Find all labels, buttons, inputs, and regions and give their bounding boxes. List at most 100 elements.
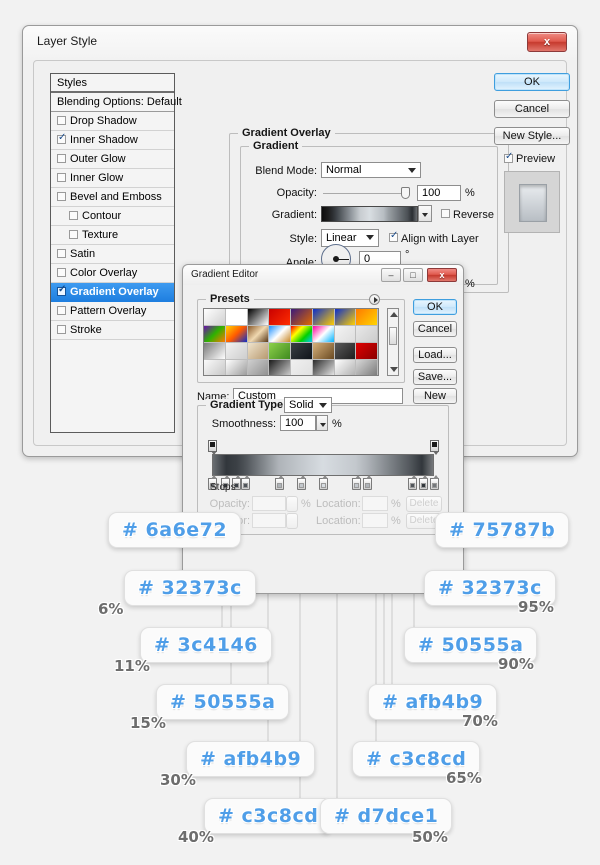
preset-swatch[interactable] xyxy=(247,309,270,326)
checkbox[interactable] xyxy=(57,154,66,163)
checkbox[interactable] xyxy=(57,249,66,258)
style-row-inner-shadow[interactable]: Inner Shadow xyxy=(51,131,174,150)
style-row-outer-glow[interactable]: Outer Glow xyxy=(51,150,174,169)
checkbox[interactable] xyxy=(57,325,66,334)
preset-swatch[interactable] xyxy=(334,326,357,343)
style-row-contour[interactable]: Contour xyxy=(51,207,174,226)
preset-swatch[interactable] xyxy=(312,343,335,360)
checkbox[interactable] xyxy=(57,116,66,125)
close-icon[interactable]: x xyxy=(427,268,457,282)
stop-opacity-input[interactable] xyxy=(252,496,286,511)
gradient-editor-load-button[interactable]: Load... xyxy=(413,347,457,363)
checkbox[interactable] xyxy=(57,132,66,144)
stop-opacity-dropdown[interactable] xyxy=(286,496,298,512)
checkbox[interactable] xyxy=(57,306,66,315)
opacity-slider-track[interactable] xyxy=(323,193,408,194)
scrollbar-thumb[interactable] xyxy=(389,327,397,345)
presets-menu-icon[interactable] xyxy=(369,294,380,305)
ok-button[interactable]: OK xyxy=(494,73,570,91)
styles-list[interactable]: Styles Blending Options: Default Drop Shad… xyxy=(50,73,182,433)
preset-swatch[interactable] xyxy=(269,360,291,375)
opacity-stop[interactable] xyxy=(208,440,217,455)
smoothness-dropdown-button[interactable] xyxy=(316,415,328,431)
presets-grid[interactable] xyxy=(203,308,379,376)
style-row-inner-glow[interactable]: Inner Glow xyxy=(51,169,174,188)
gradient-dropdown-button[interactable] xyxy=(418,205,432,222)
style-row-bevel-and-emboss[interactable]: Bevel and Emboss xyxy=(51,188,174,207)
preset-swatch[interactable] xyxy=(334,343,357,360)
gradient-editor-cancel-button[interactable]: Cancel xyxy=(413,321,457,337)
preset-swatch[interactable] xyxy=(269,309,291,326)
preset-swatch[interactable] xyxy=(269,343,291,360)
style-row-color-overlay[interactable]: Color Overlay xyxy=(51,264,174,283)
scroll-up-icon[interactable] xyxy=(390,312,398,317)
opacity-stop[interactable] xyxy=(430,440,439,455)
style-row-satin[interactable]: Satin xyxy=(51,245,174,264)
checkbox[interactable] xyxy=(57,284,66,296)
checkbox[interactable] xyxy=(57,268,66,277)
opacity-slider-thumb[interactable] xyxy=(401,187,410,199)
preset-swatch[interactable] xyxy=(356,343,378,360)
new-style-button[interactable]: New Style... xyxy=(494,127,570,145)
preset-swatch[interactable] xyxy=(247,326,270,343)
preset-swatch[interactable] xyxy=(225,343,248,360)
preset-swatch[interactable] xyxy=(291,326,313,343)
close-icon[interactable]: x xyxy=(527,32,567,52)
preset-swatch[interactable] xyxy=(356,360,378,375)
style-row-texture[interactable]: Texture xyxy=(51,226,174,245)
style-row-styles[interactable]: Styles xyxy=(51,74,174,93)
preset-swatch[interactable] xyxy=(247,343,270,360)
presets-scrollbar[interactable] xyxy=(387,308,399,376)
preview-checkbox[interactable] xyxy=(504,151,513,163)
style-row-gradient-overlay[interactable]: Gradient Overlay xyxy=(51,283,174,302)
minimize-icon[interactable]: – xyxy=(381,268,401,282)
preset-swatch[interactable] xyxy=(312,309,335,326)
layer-style-titlebar[interactable]: Layer Style x xyxy=(23,26,577,60)
blend-mode-select[interactable]: Normal xyxy=(321,162,421,178)
preset-swatch[interactable] xyxy=(204,360,226,375)
opacity-input[interactable]: 100 xyxy=(417,185,461,201)
reverse-checkbox[interactable] xyxy=(441,209,450,218)
preset-swatch[interactable] xyxy=(225,360,248,375)
gradient-editor-titlebar[interactable]: Gradient Editor – □ x xyxy=(183,265,463,285)
preset-swatch[interactable] xyxy=(334,360,357,375)
stop-delete-button-1[interactable]: Delete xyxy=(406,496,442,512)
preset-swatch[interactable] xyxy=(334,309,357,326)
preset-swatch[interactable] xyxy=(291,360,313,375)
align-with-layer-checkbox[interactable] xyxy=(389,230,398,242)
scroll-down-icon[interactable] xyxy=(390,367,398,372)
cancel-button[interactable]: Cancel xyxy=(494,100,570,118)
style-row-stroke[interactable]: Stroke xyxy=(51,321,174,340)
gradient-preview-swatch[interactable] xyxy=(321,206,418,222)
preset-swatch[interactable] xyxy=(204,326,226,343)
gradient-type-select[interactable]: Solid xyxy=(284,397,332,413)
preset-swatch[interactable] xyxy=(312,360,335,375)
preset-swatch[interactable] xyxy=(269,326,291,343)
gradient-editor-ok-button[interactable]: OK xyxy=(413,299,457,315)
maximize-icon[interactable]: □ xyxy=(403,268,423,282)
checkbox[interactable] xyxy=(57,173,66,182)
gradient-strip[interactable] xyxy=(212,454,434,476)
new-preset-button[interactable]: New xyxy=(413,388,457,404)
stop-color-swatch[interactable] xyxy=(252,513,286,528)
stop-color-dropdown[interactable] xyxy=(286,513,298,529)
preset-swatch[interactable] xyxy=(312,326,335,343)
stop-location-input-2[interactable] xyxy=(362,513,388,528)
preset-swatch[interactable] xyxy=(247,360,270,375)
checkbox[interactable] xyxy=(57,192,66,201)
preset-swatch[interactable] xyxy=(225,326,248,343)
preset-swatch[interactable] xyxy=(291,309,313,326)
preset-swatch[interactable] xyxy=(356,326,378,343)
preset-swatch[interactable] xyxy=(225,309,248,326)
checkbox[interactable] xyxy=(69,211,78,220)
preset-swatch[interactable] xyxy=(291,343,313,360)
checkbox[interactable] xyxy=(69,230,78,239)
style-row-pattern-overlay[interactable]: Pattern Overlay xyxy=(51,302,174,321)
preset-swatch[interactable] xyxy=(204,343,226,360)
stop-location-input-1[interactable] xyxy=(362,496,388,511)
style-row-blending-options-default[interactable]: Blending Options: Default xyxy=(51,93,182,112)
preset-swatch[interactable] xyxy=(356,309,378,326)
gradient-editor-save-button[interactable]: Save... xyxy=(413,369,457,385)
smoothness-input[interactable]: 100 xyxy=(280,415,316,431)
preset-swatch[interactable] xyxy=(204,309,226,326)
